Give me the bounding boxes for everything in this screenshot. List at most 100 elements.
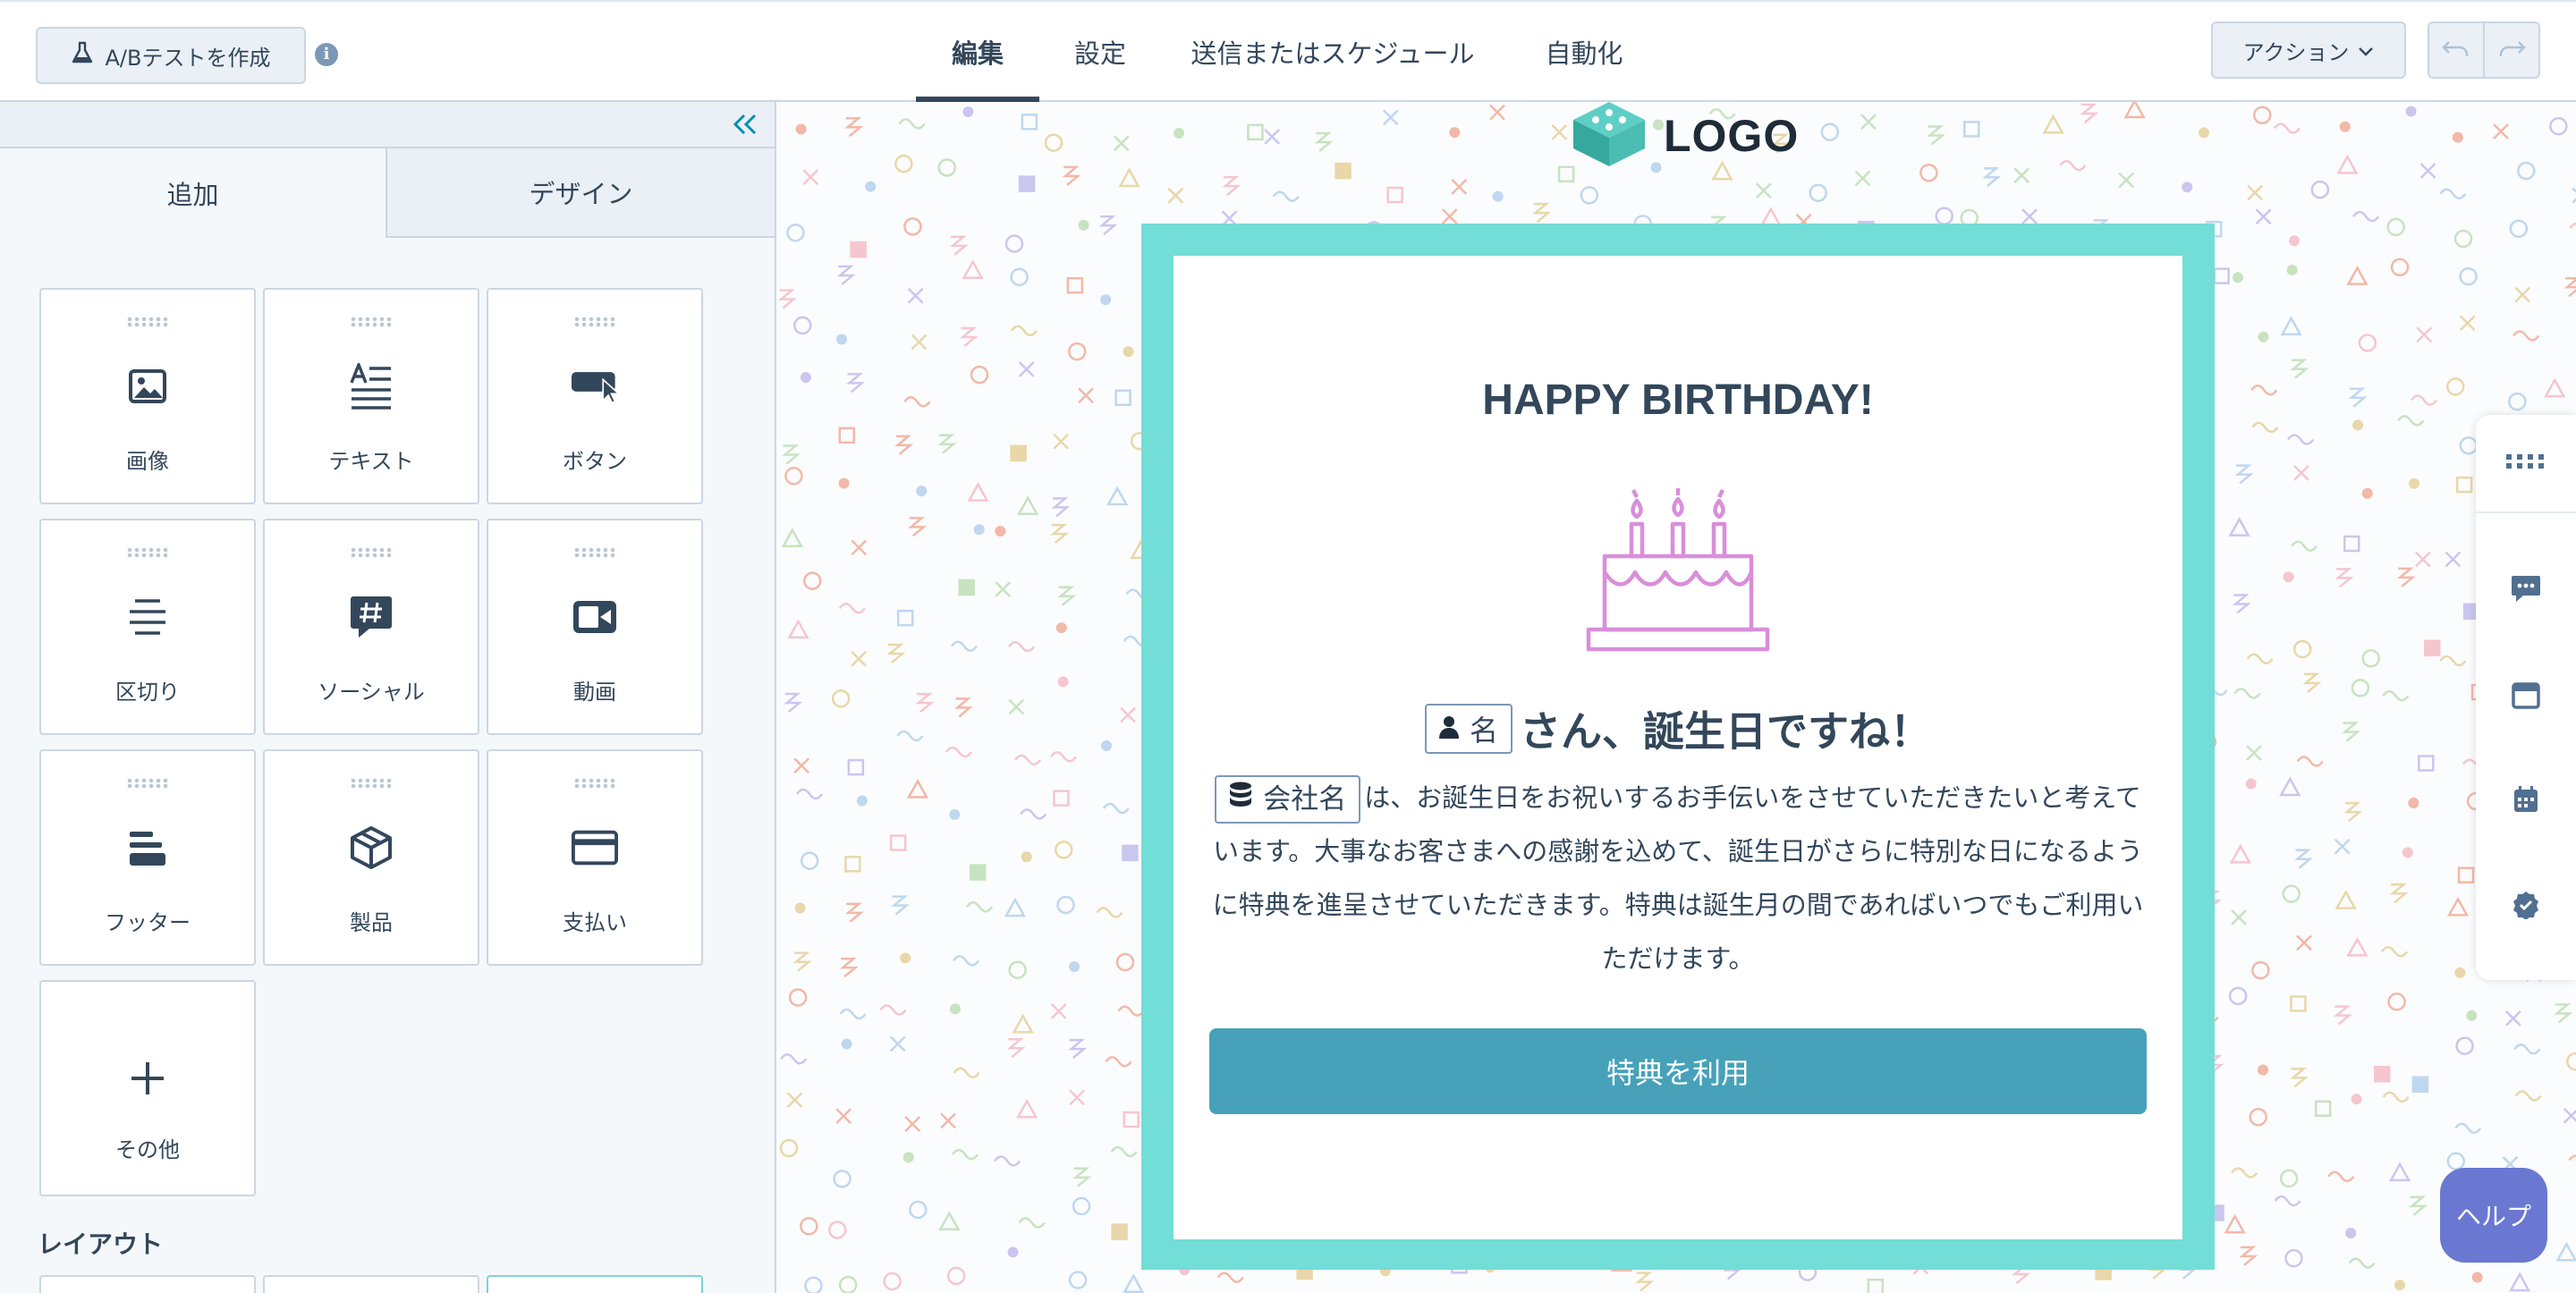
confetti-shape: [844, 117, 864, 138]
confetti-shape: [1105, 1055, 1132, 1068]
confetti-shape: [2509, 1272, 2531, 1292]
confetti-shape: [2569, 222, 2576, 229]
confetti-shape: [2514, 286, 2531, 303]
confetti-shape: [2231, 1167, 2258, 1179]
confetti-shape: [800, 372, 811, 384]
confetti-shape: [2493, 123, 2509, 139]
undo-button[interactable]: [2429, 23, 2483, 77]
layout-option[interactable]: [263, 1275, 479, 1293]
help-button[interactable]: ヘルプ: [2440, 1168, 2547, 1263]
confetti-shape: [2572, 187, 2576, 204]
confetti-shape: [1247, 123, 1264, 141]
confetti-shape: [2339, 121, 2351, 132]
rail-preview-button[interactable]: [2476, 646, 2576, 749]
confetti-shape: [800, 851, 819, 870]
layout-option[interactable]: [487, 1275, 703, 1293]
greeting-heading: 名 さん、誕生日ですね！: [1174, 699, 2182, 758]
collapse-panel-icon[interactable]: [732, 113, 758, 139]
module-image[interactable]: 画像: [39, 288, 256, 504]
confetti-shape: [2327, 1170, 2355, 1182]
redo-button[interactable]: [2483, 23, 2538, 77]
module-text[interactable]: テキスト: [263, 288, 479, 504]
confetti-shape: [2445, 377, 2465, 396]
confetti-shape: [1264, 129, 1281, 145]
confetti-shape: [2291, 540, 2318, 552]
confetti-shape: [2414, 551, 2431, 568]
confetti-shape: [1078, 219, 1089, 231]
confetti-shape: [2249, 1108, 2267, 1127]
cta-button[interactable]: 特典を利用: [1209, 1028, 2147, 1114]
product-icon: [348, 824, 394, 871]
confetti-shape: [949, 1003, 961, 1015]
module-product[interactable]: 製品: [263, 749, 479, 966]
confetti-shape: [780, 1052, 808, 1065]
confetti-shape: [2459, 266, 2478, 286]
drag-handle-icon: [573, 778, 616, 789]
confetti-shape: [2555, 1241, 2576, 1262]
confetti-shape: [2387, 993, 2406, 1011]
confetti-shape: [1018, 175, 1036, 192]
module-payment[interactable]: 支払い: [487, 749, 703, 966]
confetti-shape: [781, 528, 803, 547]
confetti-shape: [903, 396, 931, 408]
birthday-cake-icon: [1585, 470, 1771, 656]
first-name-token[interactable]: 名: [1424, 704, 1513, 754]
module-label: テキスト: [328, 449, 414, 474]
confetti-shape: [1014, 754, 1042, 766]
layout-option[interactable]: [39, 1275, 256, 1293]
tab-automation[interactable]: 自動化: [1535, 2, 1633, 102]
person-icon: [1438, 712, 1459, 746]
confetti-shape: [846, 373, 866, 393]
confetti-shape: [2397, 415, 2425, 427]
email-logo[interactable]: LOGO: [1569, 100, 1799, 172]
confetti-shape: [1068, 1271, 1088, 1289]
rail-calendar-button[interactable]: [2476, 749, 2576, 853]
confetti-shape: [973, 524, 985, 536]
confetti-shape: [894, 435, 914, 455]
confetti-shape: [2290, 359, 2309, 379]
confetti-shape: [851, 650, 867, 667]
module-video[interactable]: 動画: [487, 519, 703, 735]
confetti-shape: [1010, 444, 1027, 462]
confetti-shape: [2554, 1003, 2573, 1024]
confetti-shape: [2466, 1010, 2478, 1021]
rail-comments-button[interactable]: [2476, 538, 2576, 642]
confetti-shape: [2386, 217, 2405, 237]
confetti-shape: [1216, 1272, 1244, 1283]
module-divider[interactable]: 区切り: [39, 519, 256, 735]
confetti-shape: [1123, 346, 1134, 358]
rail-apps-button[interactable]: [2476, 411, 2576, 515]
company-name-token[interactable]: 会社名: [1215, 775, 1361, 824]
confetti-shape: [962, 259, 984, 280]
confetti-shape: [2013, 167, 2030, 184]
drag-handle-icon: [126, 317, 169, 327]
confetti-shape: [1066, 276, 1084, 294]
confetti-shape: [2042, 114, 2064, 134]
module-button[interactable]: ボタン: [487, 288, 703, 504]
module-social[interactable]: ソーシャル: [263, 519, 479, 735]
confetti-shape: [890, 895, 910, 916]
right-tool-rail: [2476, 415, 2576, 980]
actions-dropdown-button[interactable]: アクション: [2211, 21, 2406, 79]
panel-tab-design[interactable]: デザイン: [387, 148, 775, 238]
confetti-shape: [2361, 649, 2380, 668]
confetti-shape: [1057, 586, 1077, 606]
confetti-shape: [1551, 123, 1568, 140]
module-label: 製品: [350, 910, 393, 935]
rail-checklist-button[interactable]: [2476, 855, 2576, 959]
tab-settings[interactable]: 設定: [1064, 2, 1136, 102]
confetti-shape: [995, 526, 1006, 537]
panel-tab-add[interactable]: 追加: [0, 148, 387, 238]
tab-edit[interactable]: 編集: [916, 2, 1039, 102]
module-footer[interactable]: フッター: [39, 749, 256, 966]
confetti-shape: [2294, 849, 2313, 869]
confetti-shape: [916, 486, 928, 497]
tab-send-or-schedule[interactable]: 送信またはスケジュール: [1190, 2, 1476, 102]
confetti-shape: [2255, 208, 2272, 225]
company-name-token-label: 会社名: [1263, 783, 1347, 816]
confetti-shape: [2517, 161, 2536, 181]
module-more[interactable]: その他: [39, 980, 256, 1196]
email-card[interactable]: HAPPY BIRTHDAY! 名 さん、誕生日ですね！ 会社名 は、お誕生日をお…: [1174, 256, 2182, 1239]
confetti-shape: [779, 1138, 799, 1158]
confetti-shape: [1016, 1098, 1038, 1119]
